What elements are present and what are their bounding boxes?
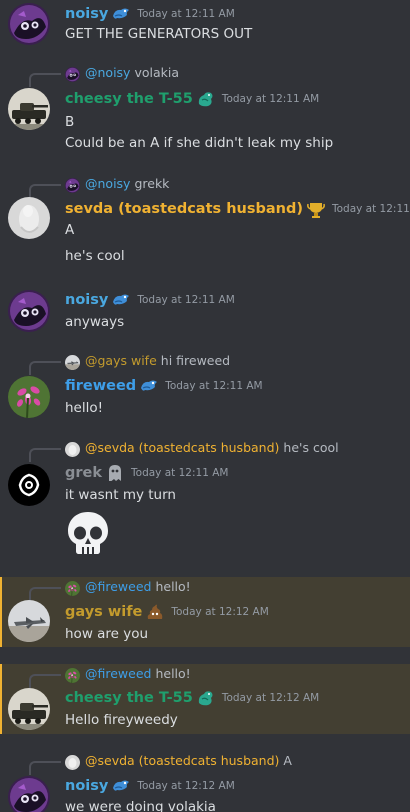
message-text: we were doing volakia	[65, 799, 216, 812]
message-noisy-2: noisy Today at 12:11 AM anyways	[0, 286, 410, 338]
timestamp: Today at 12:11 AM	[165, 380, 263, 392]
teal-dragon-icon	[196, 89, 216, 109]
blue-dragon-icon	[139, 376, 159, 396]
author-name[interactable]: grek	[65, 465, 102, 481]
reply-spine	[29, 761, 61, 775]
reply-avatar	[65, 355, 80, 370]
message-text: hello!	[65, 400, 104, 416]
reply-text: volakia	[134, 65, 180, 80]
reply-avatar	[65, 755, 80, 770]
message-text: B	[65, 114, 75, 130]
message-text: A	[65, 222, 75, 238]
reply-author[interactable]: @fireweed	[85, 579, 151, 594]
message-text: GET THE GENERATORS OUT	[65, 26, 253, 42]
gold-trophy-icon	[306, 199, 326, 219]
timestamp: Today at 12:11 AM	[137, 294, 235, 306]
reply-author[interactable]: @sevda (toastedcats husband)	[85, 753, 279, 768]
message-cheesy-1: @noisy volakia cheesy the T-55 Today at 1…	[0, 64, 410, 160]
reply-spine	[29, 674, 61, 688]
message-text: anyways	[65, 314, 125, 330]
message-grek-1: @sevda (toastedcats husband) he's cool gr…	[0, 439, 410, 565]
author-name[interactable]: fireweed	[65, 378, 136, 394]
author-name[interactable]: noisy	[65, 292, 108, 308]
author-name[interactable]: noisy	[65, 778, 108, 794]
reply-author[interactable]: @noisy	[85, 176, 130, 191]
reply-text: hello!	[155, 579, 191, 594]
author-name[interactable]: cheesy the T-55	[65, 91, 193, 107]
blue-dragon-icon	[111, 776, 131, 796]
avatar-noisy[interactable]	[8, 290, 50, 332]
timestamp: Today at 12:12 AM	[221, 692, 320, 704]
blue-dragon-icon	[111, 4, 131, 24]
reply-spine	[29, 587, 61, 601]
avatar-cheesy[interactable]	[8, 88, 50, 130]
message-text: it wasnt my turn	[65, 487, 176, 503]
message-cheesy-2: @fireweed hello! cheesy the T-55 Today at…	[0, 664, 410, 734]
reply-avatar	[65, 67, 80, 82]
message-fireweed-1: @gays wife hi fireweed fireweed Today at …	[0, 352, 410, 424]
grey-ghost-icon	[105, 463, 125, 483]
timestamp: Today at 12:12 AM	[137, 780, 235, 792]
message-text: Could be an A if she didn't leak my ship	[65, 135, 334, 151]
message-text: Hello fireyweedy	[65, 712, 178, 728]
reply-spine	[29, 184, 61, 198]
reply-author[interactable]: @gays wife	[85, 353, 157, 368]
reply-avatar	[65, 668, 80, 683]
reply-text: A	[283, 753, 292, 768]
message-gayswife-1: @fireweed hello! gays wife Today at 12:12…	[0, 577, 410, 647]
skull-emoji	[68, 512, 108, 554]
reply-text: grekk	[134, 176, 170, 191]
author-name[interactable]: cheesy the T-55	[65, 690, 193, 706]
message-noisy-3: @sevda (toastedcats husband) A noisy Toda…	[0, 752, 410, 812]
avatar-gayswife[interactable]	[8, 600, 50, 642]
timestamp: Today at 12:11 AM	[221, 93, 320, 105]
reply-author[interactable]: @fireweed	[85, 666, 151, 681]
reply-spine	[29, 361, 61, 375]
reply-spine	[29, 448, 61, 462]
message-text: how are you	[65, 626, 149, 642]
blue-dragon-icon	[111, 290, 131, 310]
teal-dragon-icon	[196, 688, 216, 708]
reply-avatar	[65, 581, 80, 596]
timestamp: Today at 12:12 AM	[171, 606, 269, 618]
poop-icon	[145, 602, 165, 622]
author-name[interactable]: sevda (toastedcats husband)	[65, 201, 303, 217]
reply-avatar	[65, 178, 80, 193]
avatar-noisy[interactable]	[8, 776, 50, 812]
timestamp: Today at 12:11 AM	[331, 203, 410, 215]
avatar-sevda[interactable]	[8, 197, 50, 239]
author-name[interactable]: gays wife	[65, 604, 142, 620]
reply-author[interactable]: @sevda (toastedcats husband)	[85, 440, 279, 455]
message-sevda-1: @noisy grekk sevda (toastedcats husband) …	[0, 175, 410, 271]
avatar-cheesy[interactable]	[8, 688, 50, 730]
reply-text: hello!	[155, 666, 191, 681]
avatar-noisy[interactable]	[8, 3, 50, 45]
message-text: he's cool	[65, 248, 125, 264]
avatar-fireweed[interactable]	[8, 376, 50, 418]
message-noisy-1: noisy Today at 12:11 AM GET THE GENERATO…	[0, 0, 410, 56]
reply-spine	[29, 73, 61, 87]
timestamp: Today at 12:11 AM	[131, 467, 229, 479]
reply-author[interactable]: @noisy	[85, 65, 130, 80]
reply-text: he's cool	[283, 440, 339, 455]
author-name[interactable]: noisy	[65, 6, 108, 22]
reply-avatar	[65, 442, 80, 457]
avatar-grek[interactable]	[8, 464, 50, 506]
reply-text: hi fireweed	[160, 353, 231, 368]
timestamp: Today at 12:11 AM	[137, 8, 235, 20]
